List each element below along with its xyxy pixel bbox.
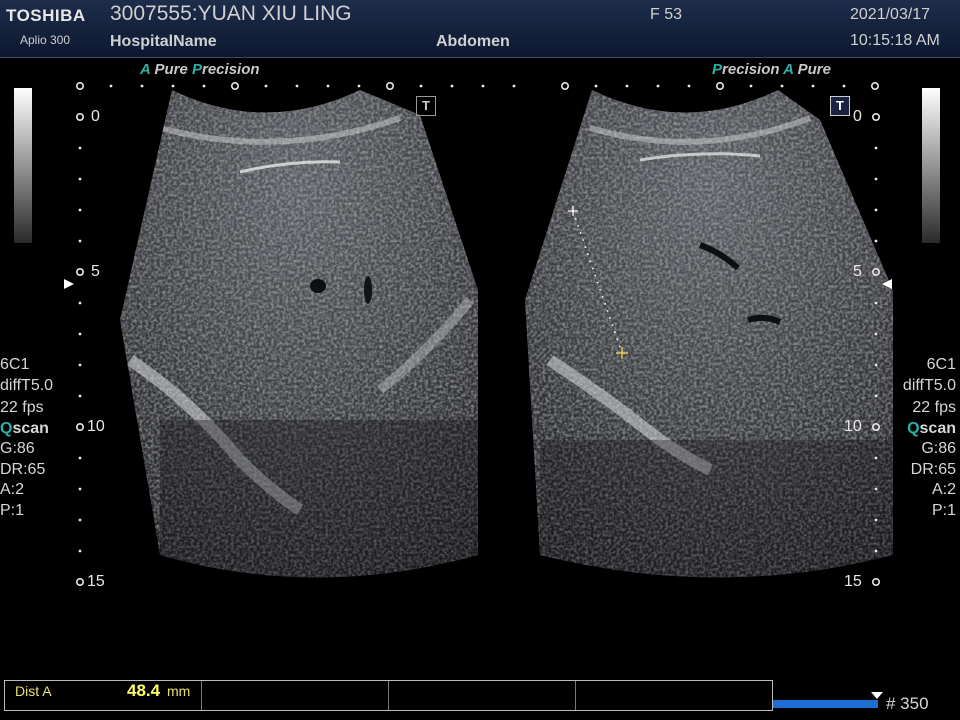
- left-depth-label-0: 0: [91, 108, 100, 125]
- left-depth-label-10: 10: [87, 418, 105, 435]
- dynamic-range-value: DR:65: [0, 460, 46, 478]
- qscan-label: Qscan: [907, 419, 956, 437]
- probe-label: 6C1: [926, 356, 956, 373]
- right-depth-label-10: 10: [844, 418, 862, 435]
- dynamic-range-value: DR:65: [910, 460, 956, 478]
- frame-count: # 350: [886, 694, 929, 713]
- filter-label: diffT5.0: [0, 376, 54, 394]
- left-depth-label-15: 15: [87, 573, 105, 590]
- a-value: A:2: [0, 481, 25, 498]
- p-value: P:1: [931, 501, 956, 519]
- right-imaging-parameters: 6C1 diffT5.0 22 fps Qscan G:86 DR:65 A:2…: [903, 355, 956, 521]
- p-value: P:1: [0, 501, 25, 519]
- left-depth-label-5: 5: [91, 263, 100, 280]
- measurement-cell-empty[interactable]: [389, 681, 576, 710]
- probe-label: 6C1: [0, 356, 30, 373]
- left-grayscale-bar: [14, 88, 32, 243]
- left-depth-scale: [76, 113, 85, 586]
- left-preset-label: A Pure Precision: [140, 61, 260, 78]
- left-imaging-parameters: 6C1 diffT5.0 22 fps Qscan G:86 DR:65 A:2…: [0, 355, 53, 521]
- left-focus-marker[interactable]: [64, 279, 74, 289]
- right-top-dot-scale: [560, 82, 879, 91]
- frame-rate: 22 fps: [0, 399, 44, 416]
- gain-value: G:86: [0, 440, 35, 457]
- right-depth-label-15: 15: [844, 573, 862, 590]
- measurement-label: Dist A: [15, 683, 52, 699]
- cine-progress-bar[interactable]: [773, 700, 878, 708]
- cine-position-marker[interactable]: [871, 692, 883, 699]
- measurement-bar: Dist A 48.4 mm: [4, 680, 773, 711]
- right-grayscale-bar: [922, 88, 940, 243]
- measurement-cell-dist-a[interactable]: Dist A 48.4 mm: [5, 681, 202, 710]
- measurement-value: 48.4: [127, 681, 161, 700]
- measurement-cell-empty[interactable]: [202, 681, 389, 710]
- right-depth-label-0: 0: [853, 108, 862, 125]
- right-depth-label-5: 5: [853, 263, 862, 280]
- frame-rate: 22 fps: [912, 399, 956, 416]
- measurement-unit: mm: [167, 683, 191, 699]
- left-top-dot-scale: [76, 82, 516, 91]
- ultrasound-dual-view[interactable]: [0, 0, 960, 720]
- left-orientation-t-icon[interactable]: T: [416, 96, 436, 116]
- left-ultrasound-image[interactable]: [100, 80, 500, 600]
- right-preset-label: Precision A Pure: [712, 61, 831, 78]
- right-orientation-t-icon[interactable]: T: [830, 96, 850, 116]
- filter-label: diffT5.0: [902, 376, 956, 394]
- qscan-label: Qscan: [0, 419, 49, 437]
- measurement-cell-empty[interactable]: [576, 681, 772, 710]
- gain-value: G:86: [921, 440, 956, 457]
- right-ultrasound-image[interactable]: [520, 80, 900, 600]
- a-value: A:2: [931, 481, 956, 498]
